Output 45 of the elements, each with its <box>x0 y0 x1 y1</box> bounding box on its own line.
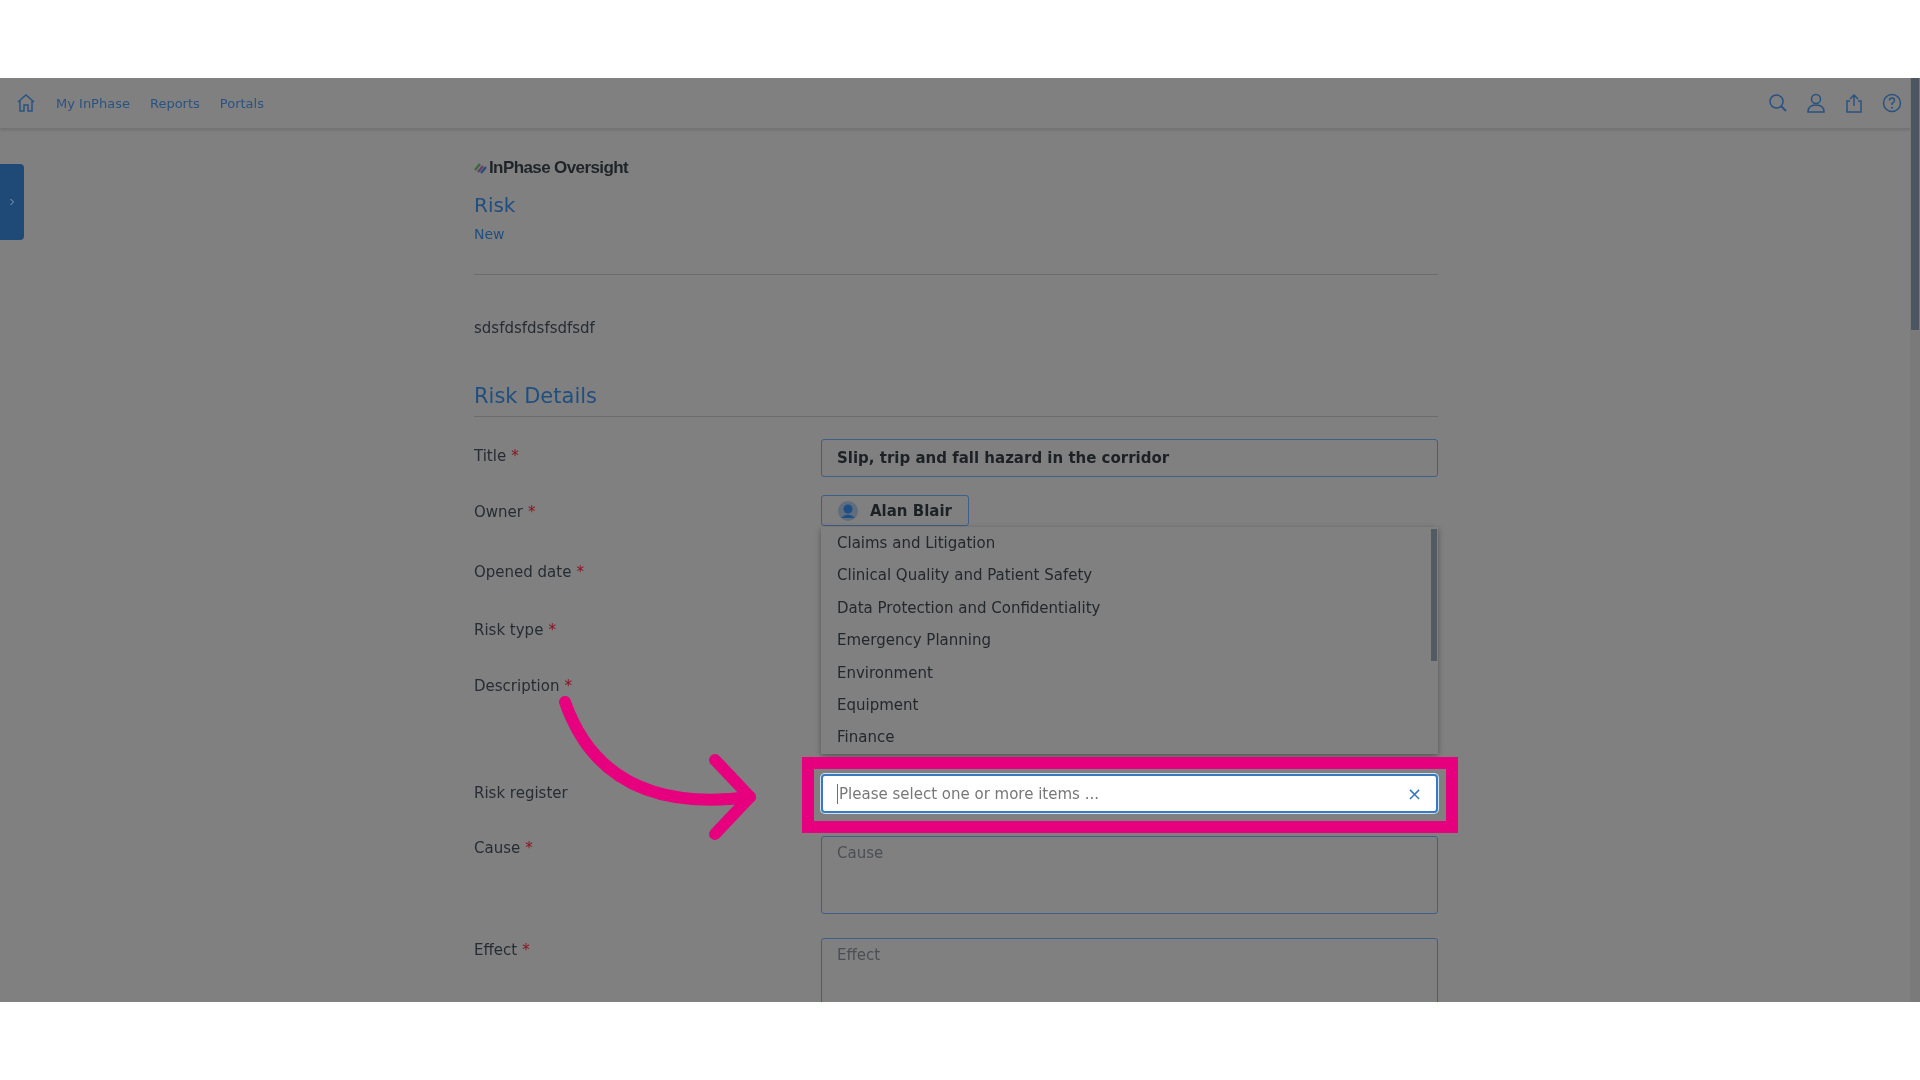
required-mark: * <box>548 621 556 641</box>
required-mark: * <box>525 839 533 859</box>
required-mark: * <box>511 447 519 467</box>
field-label: Effect <box>474 941 518 961</box>
chevron-icon <box>9 198 15 206</box>
logo-text: InPhase Oversight <box>489 158 629 178</box>
user-icon[interactable] <box>1806 93 1826 113</box>
field-label: Opened date <box>474 563 572 583</box>
dropdown-option[interactable]: Data Protection and Confidentiality <box>821 591 1101 625</box>
help-icon[interactable] <box>1882 93 1902 113</box>
nav-link[interactable]: Portals <box>219 95 264 111</box>
dropdown-option[interactable]: Finance <box>821 721 895 754</box>
field-label: Title <box>474 447 507 467</box>
avatar-icon <box>838 500 858 521</box>
nav-link[interactable]: Reports <box>149 95 200 111</box>
required-mark: * <box>564 677 572 697</box>
record-reference: sdsfdsfdsfsdfsdf <box>474 319 596 337</box>
record-status: New <box>474 226 506 242</box>
scrollbar-thumb[interactable] <box>1911 78 1919 330</box>
field-label: Description <box>474 677 560 697</box>
title-field[interactable]: Slip, trip and fall hazard in the corridor <box>821 439 1438 477</box>
dropdown-option[interactable]: Environment <box>821 656 933 689</box>
dropdown-option[interactable]: Equipment <box>821 688 919 722</box>
required-mark: * <box>576 563 584 583</box>
dropdown-option[interactable]: Emergency Planning <box>821 624 991 657</box>
logo-mark-icon <box>474 162 488 174</box>
field-label: Risk type <box>474 621 544 641</box>
clear-button[interactable]: × <box>1406 783 1422 804</box>
field-label: Owner <box>474 503 523 523</box>
home-icon[interactable] <box>16 93 36 113</box>
sidebar-toggle[interactable] <box>0 164 24 240</box>
scrollbar-thumb[interactable] <box>1431 529 1437 661</box>
field-label: Cause <box>474 839 521 859</box>
dropdown-option[interactable]: Clinical Quality and Patient Safety <box>821 559 1093 592</box>
required-mark: * <box>522 941 530 961</box>
page-title: Risk <box>474 193 517 219</box>
risk-register-field[interactable]: Please select one or more items ... × <box>821 774 1438 813</box>
section-heading: Risk Details <box>474 384 598 408</box>
owner-chip[interactable]: Alan Blair <box>821 495 969 526</box>
share-icon[interactable] <box>1844 93 1864 113</box>
dropdown-option[interactable]: Claims and Litigation <box>821 527 996 560</box>
required-mark: * <box>528 503 536 523</box>
search-icon[interactable] <box>1768 93 1788 113</box>
field-label: Risk register <box>474 784 568 804</box>
nav-link[interactable]: My InPhase <box>56 95 130 111</box>
